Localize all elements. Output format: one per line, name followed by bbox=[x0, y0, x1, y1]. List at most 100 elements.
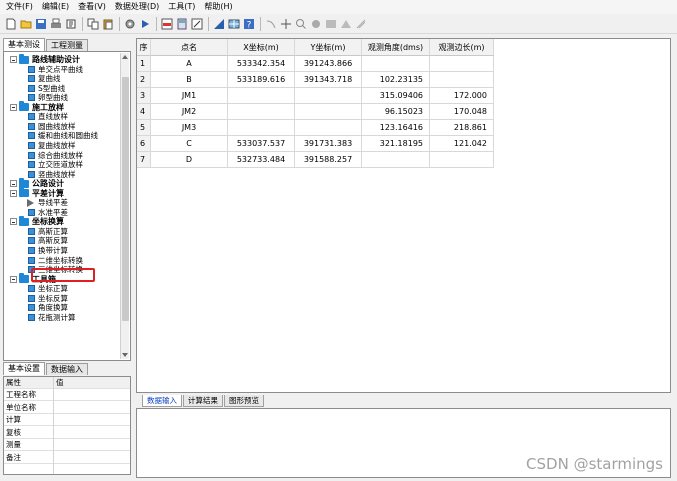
tree-category[interactable]: 路线辅助设计 bbox=[10, 53, 80, 64]
copy-icon[interactable] bbox=[87, 18, 99, 30]
property-row[interactable]: 计算 bbox=[4, 414, 130, 427]
collapse-icon[interactable] bbox=[10, 275, 17, 283]
grid-cell[interactable]: 533342.354 bbox=[228, 56, 295, 72]
row-number[interactable]: 7 bbox=[137, 152, 151, 168]
pan-icon[interactable] bbox=[310, 18, 322, 30]
grid-cell[interactable]: B bbox=[151, 72, 228, 88]
property-row[interactable]: 工程名称 bbox=[4, 389, 130, 401]
grid-cell[interactable] bbox=[295, 120, 362, 136]
grid-cell[interactable]: 533189.616 bbox=[228, 72, 295, 88]
header-col-y[interactable]: Y坐标(m) bbox=[295, 39, 362, 56]
grid-cell[interactable]: 391731.383 bbox=[295, 136, 362, 152]
grid-cell[interactable] bbox=[430, 152, 494, 168]
header-col-angle[interactable]: 观测角度(dms) bbox=[362, 39, 430, 56]
cross-icon[interactable] bbox=[280, 18, 292, 30]
menu-edit[interactable]: 编辑(E) bbox=[42, 0, 69, 14]
tree-category[interactable]: 施工放样 bbox=[10, 101, 64, 112]
dim-icon[interactable] bbox=[340, 18, 352, 30]
grid-cell[interactable] bbox=[228, 88, 295, 104]
tab-output-data-input[interactable]: 数据输入 bbox=[142, 395, 182, 407]
row-number[interactable]: 4 bbox=[137, 104, 151, 120]
scroll-up-icon[interactable] bbox=[122, 55, 128, 59]
grid-cell[interactable]: 170.048 bbox=[430, 104, 494, 120]
property-row[interactable]: 单位名称 bbox=[4, 402, 130, 414]
grid-cell[interactable]: A bbox=[151, 56, 228, 72]
tab-graph-preview[interactable]: 图形预览 bbox=[224, 395, 264, 407]
tree-item[interactable]: 二维坐标转换 bbox=[28, 256, 83, 265]
grid-cell[interactable] bbox=[430, 72, 494, 88]
tree-item[interactable]: S型曲线 bbox=[28, 84, 65, 93]
new-icon[interactable] bbox=[5, 18, 17, 30]
tree-item[interactable]: 换带计算 bbox=[28, 246, 68, 255]
grid-cell[interactable]: C bbox=[151, 136, 228, 152]
grid-cell[interactable]: 391343.718 bbox=[295, 72, 362, 88]
collapse-icon[interactable] bbox=[10, 103, 17, 111]
edit-icon[interactable] bbox=[191, 18, 203, 30]
grid-cell[interactable] bbox=[362, 56, 430, 72]
tab-engineering-survey[interactable]: 工程测量 bbox=[46, 39, 88, 51]
cut-icon[interactable] bbox=[65, 18, 77, 30]
header-col-x[interactable]: X坐标(m) bbox=[228, 39, 295, 56]
grid-cell[interactable]: 315.09406 bbox=[362, 88, 430, 104]
tree-item[interactable]: 缓和曲线和圆曲线 bbox=[28, 131, 98, 140]
tree-item[interactable]: 单交点平曲线 bbox=[28, 65, 83, 74]
grid-cell[interactable]: 532733.484 bbox=[228, 152, 295, 168]
menu-view[interactable]: 查看(V) bbox=[78, 0, 106, 14]
row-number[interactable]: 2 bbox=[137, 72, 151, 88]
grid-cell[interactable]: JM1 bbox=[151, 88, 228, 104]
save-icon[interactable] bbox=[35, 18, 47, 30]
table-icon[interactable] bbox=[228, 18, 240, 30]
grid-cell[interactable]: 96.15023 bbox=[362, 104, 430, 120]
tree-category[interactable]: 平差计算 bbox=[10, 187, 64, 198]
grid-cell[interactable] bbox=[362, 152, 430, 168]
property-row[interactable]: 备注 bbox=[4, 452, 130, 464]
tree-item[interactable]: 竖曲线放样 bbox=[28, 170, 76, 179]
line-icon[interactable] bbox=[265, 18, 277, 30]
menu-file[interactable]: 文件(F) bbox=[6, 0, 33, 14]
scroll-down-icon[interactable] bbox=[122, 353, 128, 357]
menu-tools[interactable]: 工具(T) bbox=[168, 0, 195, 14]
tab-basic-settings[interactable]: 基本设置 bbox=[3, 362, 45, 375]
tree-item[interactable]: 坐标正算 bbox=[28, 284, 68, 293]
grid-cell[interactable]: 533037.537 bbox=[228, 136, 295, 152]
help-icon[interactable]: ? bbox=[243, 18, 255, 30]
tree-item[interactable]: 导线平差 bbox=[27, 198, 68, 207]
chart-icon[interactable] bbox=[161, 18, 173, 30]
tree-item[interactable]: 花瓶测计算 bbox=[28, 313, 76, 322]
tab-data-input[interactable]: 数据输入 bbox=[46, 363, 88, 375]
scroll-thumb[interactable] bbox=[122, 77, 129, 321]
grid-cell[interactable]: 102.23135 bbox=[362, 72, 430, 88]
grid-cell[interactable]: JM3 bbox=[151, 120, 228, 136]
grid-cell[interactable]: 391243.866 bbox=[295, 56, 362, 72]
grid-cell[interactable] bbox=[295, 104, 362, 120]
collapse-icon[interactable] bbox=[10, 56, 17, 63]
menu-data[interactable]: 数据处理(D) bbox=[115, 0, 159, 14]
tree-item[interactable]: 高斯反算 bbox=[28, 236, 68, 245]
tree-item[interactable]: 高斯正算 bbox=[28, 227, 68, 236]
tree-item[interactable]: 复曲线 bbox=[28, 74, 61, 83]
row-number[interactable]: 3 bbox=[137, 88, 151, 104]
tree-item[interactable]: 综合曲线放样 bbox=[28, 151, 83, 160]
menu-help[interactable]: 帮助(H) bbox=[204, 0, 232, 14]
grid-cell[interactable] bbox=[295, 88, 362, 104]
tree-item[interactable]: 圆曲线放样 bbox=[28, 122, 76, 131]
property-row[interactable]: 复核 bbox=[4, 427, 130, 439]
tree-category[interactable]: 坐标换算 bbox=[10, 215, 64, 226]
settings-icon[interactable] bbox=[124, 18, 136, 30]
tab-calc-result[interactable]: 计算结果 bbox=[183, 395, 223, 407]
grid-cell[interactable]: 121.042 bbox=[430, 136, 494, 152]
fill-icon[interactable] bbox=[325, 18, 337, 30]
tree-item[interactable]: 直线放样 bbox=[28, 112, 68, 121]
row-number[interactable]: 6 bbox=[137, 136, 151, 152]
grid-cell[interactable]: 321.18195 bbox=[362, 136, 430, 152]
header-col-distance[interactable]: 观测边长(m) bbox=[430, 39, 494, 56]
run-icon[interactable] bbox=[139, 18, 151, 30]
grid-cell[interactable]: JM2 bbox=[151, 104, 228, 120]
poly-icon[interactable] bbox=[213, 18, 225, 30]
grid-cell[interactable] bbox=[228, 120, 295, 136]
grid-cell[interactable]: 172.000 bbox=[430, 88, 494, 104]
collapse-icon[interactable] bbox=[10, 218, 17, 226]
grid-cell[interactable] bbox=[228, 104, 295, 120]
collapse-icon[interactable] bbox=[10, 180, 17, 188]
tree-item[interactable]: 复曲线放样 bbox=[28, 141, 76, 150]
